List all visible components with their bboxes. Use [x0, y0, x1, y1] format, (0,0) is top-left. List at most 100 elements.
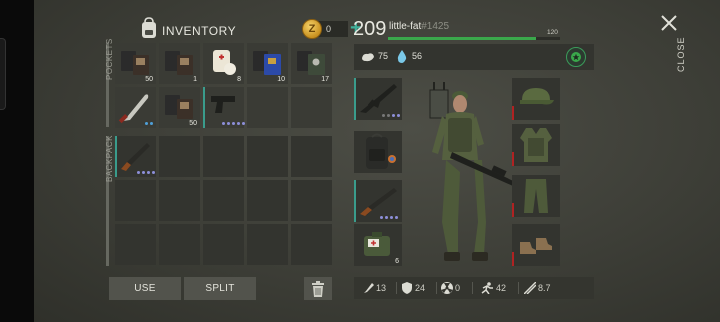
status-effect-button[interactable] — [566, 47, 586, 67]
quality-dots — [382, 114, 400, 117]
trash-button[interactable] — [304, 277, 332, 300]
backpack-slot-11[interactable] — [115, 224, 156, 265]
backpack-slot-9[interactable] — [247, 180, 288, 221]
pocket-slot-7[interactable]: 50 — [159, 87, 200, 128]
equip-legs[interactable] — [512, 175, 560, 217]
pocket-slot-10[interactable] — [291, 87, 332, 128]
player-level: 209 — [353, 18, 387, 40]
cap-icon — [520, 88, 554, 105]
item-count: 8 — [237, 76, 241, 83]
backpack-slot-3[interactable] — [203, 136, 244, 177]
pocket-slot-1[interactable]: 50 — [115, 43, 156, 84]
equipped-marker — [354, 180, 356, 222]
backpack-slot-4[interactable] — [247, 136, 288, 177]
equip-consumable[interactable]: 6 — [354, 224, 402, 266]
item-count: 17 — [321, 76, 329, 83]
speed-value: 42 — [496, 283, 507, 293]
hunger-value: 75 — [378, 51, 389, 61]
trash-icon — [312, 281, 324, 297]
backpack-slot-1[interactable] — [115, 136, 156, 177]
thirst-value: 56 — [412, 51, 423, 61]
quality-dots — [380, 216, 398, 219]
durability-marker — [512, 106, 514, 120]
item-count: 1 — [193, 76, 197, 83]
durability-marker — [512, 252, 514, 266]
player-name-row: little-fat#1425 — [389, 21, 449, 32]
melee-damage-icon — [364, 283, 374, 293]
quality-dots — [145, 122, 153, 125]
pocket-slot-2[interactable]: 1 — [159, 43, 200, 84]
pocket-slot-9[interactable] — [247, 87, 288, 128]
use-button[interactable]: USE — [109, 277, 181, 300]
equip-secondary-weapon[interactable] — [354, 180, 402, 222]
close-button[interactable]: CLOSE — [676, 36, 686, 72]
backpack-slot-13[interactable] — [203, 224, 244, 265]
weight-value: 8.7 — [538, 283, 551, 293]
water-drop-icon — [397, 50, 407, 63]
player-name: little-fat — [389, 21, 422, 32]
pocket-slot-4[interactable]: 10 — [247, 43, 288, 84]
backpack-icon — [366, 133, 396, 169]
divider — [518, 282, 519, 294]
phone-bezel — [0, 0, 34, 322]
durability-marker — [512, 203, 514, 217]
backpack-slot-5[interactable] — [291, 136, 332, 177]
backpack-slot-10[interactable] — [291, 180, 332, 221]
backpack-label: BACKPACK — [105, 135, 114, 182]
equip-primary-weapon[interactable] — [354, 78, 402, 120]
durability-marker — [512, 152, 514, 166]
inventory-title: INVENTORY — [162, 24, 237, 38]
quality-dots — [137, 171, 155, 174]
item-count: 50 — [189, 120, 197, 127]
pocket-slot-6[interactable] — [115, 87, 156, 128]
survival-stats: 75 56 — [354, 44, 594, 70]
backpack-slot-7[interactable] — [159, 180, 200, 221]
pocket-slot-8[interactable] — [203, 87, 245, 128]
weight-icon — [524, 282, 536, 294]
pocket-slot-5[interactable]: 17 — [291, 43, 332, 84]
vest-icon — [520, 128, 552, 162]
backpack-slot-6[interactable] — [115, 180, 156, 221]
player-id: #1425 — [421, 21, 450, 32]
item-count: 50 — [145, 76, 153, 83]
close-icon[interactable] — [658, 12, 680, 34]
inventory-screen: INVENTORY 0 Z + POCKETS 50 1 8 10 17 50 … — [34, 0, 720, 322]
equip-head[interactable] — [512, 78, 560, 120]
boots-icon — [520, 238, 552, 254]
equip-backpack[interactable] — [354, 131, 402, 173]
divider — [396, 282, 397, 294]
pockets-grid: 50 1 8 10 17 50 — [115, 43, 332, 128]
quality-dots — [222, 122, 245, 125]
backpack-icon — [142, 17, 156, 38]
xp-max: 120 — [547, 29, 558, 36]
xp-fill — [388, 37, 536, 40]
equip-feet[interactable] — [512, 224, 560, 266]
hunger-icon — [362, 53, 374, 62]
defense-value: 24 — [415, 283, 426, 293]
pants-icon — [524, 179, 548, 213]
pocket-slot-3[interactable]: 8 — [203, 43, 244, 84]
divider — [472, 282, 473, 294]
radiation-icon — [441, 282, 453, 294]
item-count: 6 — [395, 258, 399, 265]
combat-stats-bar: 13 24 0 42 8.7 — [354, 277, 594, 299]
star-icon — [571, 52, 581, 62]
split-button[interactable]: SPLIT — [184, 277, 256, 300]
item-count: 10 — [277, 76, 285, 83]
backpack-grid — [115, 136, 332, 265]
coin-count: 0 — [318, 21, 348, 37]
backpack-slot-8[interactable] — [203, 180, 244, 221]
equip-body[interactable] — [512, 124, 560, 166]
divider — [436, 282, 437, 294]
running-speed-icon — [481, 282, 493, 294]
backpack-slot-12[interactable] — [159, 224, 200, 265]
backpack-slot-15[interactable] — [291, 224, 332, 265]
coin-icon: Z — [302, 19, 322, 39]
radiation-value: 0 — [455, 283, 461, 293]
backpack-slot-2[interactable] — [159, 136, 200, 177]
phone-side-button — [0, 38, 6, 110]
equipped-marker — [354, 78, 356, 120]
inventory-header: INVENTORY 0 Z + — [140, 16, 370, 44]
backpack-slot-14[interactable] — [247, 224, 288, 265]
defense-shield-icon — [402, 282, 412, 294]
